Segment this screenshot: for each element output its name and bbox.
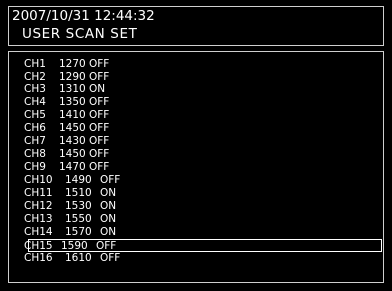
channel-frequency: 1510 bbox=[65, 187, 92, 199]
channel-row-4[interactable]: CH4 1350 OFF bbox=[9, 96, 379, 108]
channel-state: OFF bbox=[89, 58, 110, 70]
channel-name: CH3 bbox=[24, 83, 46, 95]
channel-name: CH12 bbox=[24, 200, 53, 212]
channel-state: OFF bbox=[89, 71, 110, 83]
channel-name: CH2 bbox=[24, 71, 46, 83]
channel-name: CH6 bbox=[24, 122, 46, 134]
channel-row-10[interactable]: CH10 1490 OFF bbox=[9, 174, 379, 186]
channel-state: ON bbox=[100, 200, 117, 212]
channel-state: OFF bbox=[89, 109, 110, 121]
channel-state: ON bbox=[100, 187, 117, 199]
channel-frequency: 1290 bbox=[59, 71, 86, 83]
channel-frequency: 1570 bbox=[65, 226, 92, 238]
channel-state: OFF bbox=[96, 240, 117, 252]
channel-row-11[interactable]: CH11 1510 ON bbox=[9, 187, 379, 199]
datetime-display: 2007/10/31 12:44:32 bbox=[12, 8, 155, 24]
channel-state: OFF bbox=[89, 135, 110, 147]
channel-state: ON bbox=[89, 83, 106, 95]
channel-name: CH4 bbox=[24, 96, 46, 108]
channel-frequency: 1550 bbox=[65, 213, 92, 225]
channel-frequency: 1450 bbox=[59, 148, 86, 160]
channel-row-1[interactable]: CH1 1270 OFF bbox=[9, 58, 379, 70]
channel-frequency: 1530 bbox=[65, 200, 92, 212]
channel-frequency: 1450 bbox=[59, 122, 86, 134]
screen-title: USER SCAN SET bbox=[22, 26, 138, 42]
channel-state: OFF bbox=[89, 96, 110, 108]
channel-name: CH16 bbox=[24, 252, 53, 264]
channel-frequency: 1490 bbox=[65, 174, 92, 186]
channel-state: ON bbox=[100, 226, 117, 238]
channel-frequency: 1270 bbox=[59, 58, 86, 70]
channel-name: CH8 bbox=[24, 148, 46, 160]
header-box: 2007/10/31 12:44:32 USER SCAN SET bbox=[8, 6, 384, 46]
channel-state: OFF bbox=[89, 161, 110, 173]
channel-name: CH7 bbox=[24, 135, 46, 147]
channel-name: CH15 bbox=[24, 240, 53, 252]
channel-row-16[interactable]: CH16 1610 OFF bbox=[9, 252, 379, 264]
channel-frequency: 1350 bbox=[59, 96, 86, 108]
channel-name: CH11 bbox=[24, 187, 53, 199]
channel-row-6[interactable]: CH6 1450 OFF bbox=[9, 122, 379, 134]
channel-row-14[interactable]: CH14 1570 ON bbox=[9, 226, 379, 238]
channel-row-2[interactable]: CH2 1290 OFF bbox=[9, 71, 379, 83]
channel-row-5[interactable]: CH5 1410 OFF bbox=[9, 109, 379, 121]
channel-frequency: 1410 bbox=[59, 109, 86, 121]
channel-row-9[interactable]: CH9 1470 OFF bbox=[9, 161, 379, 173]
channel-row-8[interactable]: CH8 1450 OFF bbox=[9, 148, 379, 160]
channel-name: CH13 bbox=[24, 213, 53, 225]
channel-state: OFF bbox=[100, 252, 121, 264]
channel-state: OFF bbox=[89, 148, 110, 160]
channel-name: CH5 bbox=[24, 109, 46, 121]
channel-name: CH14 bbox=[24, 226, 53, 238]
channel-name: CH1 bbox=[24, 58, 46, 70]
channel-frequency: 1610 bbox=[65, 252, 92, 264]
channel-row-3[interactable]: CH3 1310 ON bbox=[9, 83, 379, 95]
channel-row-15-selected[interactable]: CH15 1590 OFF bbox=[24, 239, 382, 252]
channel-frequency: 1430 bbox=[59, 135, 86, 147]
channel-name: CH10 bbox=[24, 174, 53, 186]
channel-name: CH9 bbox=[24, 161, 46, 173]
channel-state: OFF bbox=[100, 174, 121, 186]
channel-frequency: 1590 bbox=[61, 240, 88, 252]
channel-state: ON bbox=[100, 213, 117, 225]
channel-frequency: 1310 bbox=[59, 83, 86, 95]
channel-state: OFF bbox=[89, 122, 110, 134]
channel-list: CH1 1270 OFF CH2 1290 OFF CH3 1310 ON CH… bbox=[8, 51, 384, 283]
channel-row-12[interactable]: CH12 1530 ON bbox=[9, 200, 379, 212]
channel-frequency: 1470 bbox=[59, 161, 86, 173]
channel-row-13[interactable]: CH13 1550 ON bbox=[9, 213, 379, 225]
device-screen: 2007/10/31 12:44:32 USER SCAN SET CH1 12… bbox=[0, 0, 392, 291]
channel-row-7[interactable]: CH7 1430 OFF bbox=[9, 135, 379, 147]
